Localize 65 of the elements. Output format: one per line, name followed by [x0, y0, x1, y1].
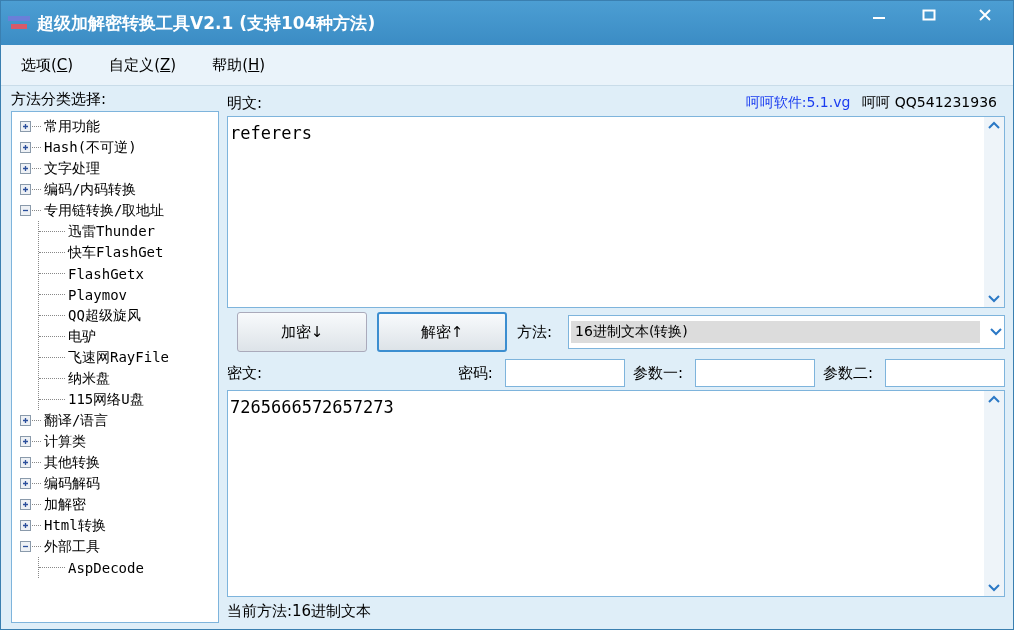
tree-item[interactable]: Html转换: [44, 516, 106, 535]
input-field[interactable]: [694, 359, 815, 387]
sidebar-label: 方法分类选择:: [11, 90, 108, 109]
tree-item[interactable]: Hash(不可逆): [44, 138, 137, 157]
tree-item[interactable]: 编码/内码转换: [44, 180, 137, 199]
expand-icon[interactable]: [20, 121, 31, 132]
tree-item[interactable]: 常用功能: [44, 117, 100, 136]
credit-text: 呵呵 QQ541231936: [862, 94, 997, 112]
tree-item[interactable]: 电驴: [68, 327, 96, 346]
expand-icon[interactable]: [20, 436, 31, 447]
tree-item[interactable]: AspDecode: [68, 559, 144, 576]
collapse-icon[interactable]: [20, 205, 31, 216]
status-text: 当前方法:16进制文本: [227, 601, 372, 621]
encrypt-button[interactable]: 加密↓: [237, 312, 367, 352]
scrollbar[interactable]: [984, 117, 1004, 307]
field-label: 参数二:: [822, 363, 873, 383]
scroll-down-icon[interactable]: [988, 584, 1000, 592]
expand-icon[interactable]: [20, 499, 31, 510]
tree-item[interactable]: 快车FlashGet: [68, 243, 164, 262]
expand-icon[interactable]: [20, 478, 31, 489]
menu-item[interactable]: 自定义(Z): [109, 55, 177, 75]
close-icon[interactable]: [978, 8, 992, 22]
scroll-down-icon[interactable]: [988, 295, 1000, 303]
menu-item[interactable]: 选项(C): [21, 55, 74, 75]
tree-item[interactable]: 编码解码: [44, 474, 100, 493]
scrollbar[interactable]: [984, 391, 1004, 596]
menu-item[interactable]: 帮助(H): [212, 55, 266, 75]
collapse-icon[interactable]: [20, 541, 31, 552]
window-title: 超级加解密转换工具V2.1 (支持104种方法): [37, 11, 377, 35]
tree-item[interactable]: 纳米盘: [68, 369, 110, 388]
ciphertext-label: 密文:: [227, 363, 263, 383]
tree-item[interactable]: 其他转换: [44, 453, 100, 472]
expand-icon[interactable]: [20, 457, 31, 468]
tree-item[interactable]: FlashGetx: [68, 265, 144, 282]
expand-icon[interactable]: [20, 163, 31, 174]
expand-icon[interactable]: [20, 520, 31, 531]
tree-item[interactable]: Playmov: [68, 286, 127, 303]
input-field[interactable]: [504, 359, 625, 387]
expand-icon[interactable]: [20, 142, 31, 153]
method-dropdown[interactable]: 16进制文本(转换): [568, 315, 1005, 349]
tree-item[interactable]: 文字处理: [44, 159, 100, 178]
tree-item[interactable]: 加解密: [44, 495, 86, 514]
tree-item[interactable]: 外部工具: [44, 537, 100, 556]
scroll-up-icon[interactable]: [988, 121, 1000, 129]
ciphertext-field[interactable]: 7265666572657273: [227, 390, 1005, 597]
tree-item[interactable]: QQ超级旋风: [68, 306, 141, 325]
tree-item[interactable]: 飞速网RayFile: [68, 348, 169, 367]
method-label: 方法:: [517, 322, 553, 342]
field-label: 密码:: [457, 363, 493, 383]
expand-icon[interactable]: [20, 184, 31, 195]
tree-item[interactable]: 迅雷Thunder: [68, 222, 155, 241]
input-field[interactable]: [885, 359, 1005, 387]
scroll-down-icon[interactable]: [990, 328, 1002, 336]
field-label: 参数一:: [632, 363, 683, 383]
tree-item[interactable]: 115网络U盘: [68, 390, 144, 409]
plaintext-label: 明文:: [227, 93, 263, 113]
scroll-up-icon[interactable]: [988, 395, 1000, 403]
tree-item[interactable]: 翻译/语言: [44, 411, 109, 430]
decrypt-button[interactable]: 解密↑: [377, 312, 507, 352]
tree-item[interactable]: 专用链转换/取地址: [44, 201, 165, 220]
tree-item[interactable]: 计算类: [44, 432, 86, 451]
expand-icon[interactable]: [20, 415, 31, 426]
plaintext-field[interactable]: referers: [227, 116, 1005, 308]
maximize-icon[interactable]: [922, 8, 936, 22]
website-link[interactable]: 呵呵软件:5.1.vg: [745, 94, 851, 112]
